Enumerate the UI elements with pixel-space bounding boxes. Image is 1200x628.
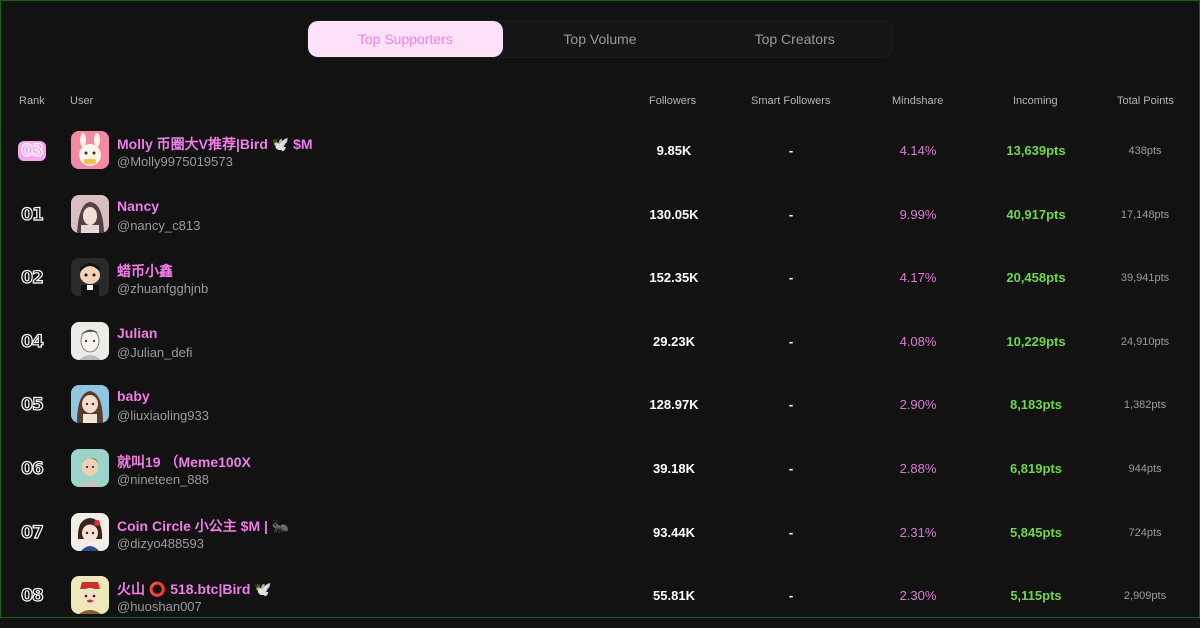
mindshare-value: 9.99%	[899, 206, 937, 222]
table-row[interactable]: 01 Nancy @nancy_c813 130.05K - 9.99% 40,…	[1, 183, 1200, 247]
smart-followers-count: -	[788, 333, 794, 349]
rank-badge: 04	[21, 331, 45, 352]
rank-badge: 08	[21, 586, 45, 607]
total-points: 724pts	[1128, 526, 1162, 539]
total-points: 17,148pts	[1120, 208, 1170, 221]
mindshare-value: 2.30%	[899, 588, 937, 604]
total-points: 2,909pts	[1123, 590, 1167, 603]
user-handle: @Molly9975019573	[117, 154, 233, 169]
user-handle: @Julian_defi	[117, 344, 193, 360]
table-row[interactable]: 08 火山 ⭕ 518.btc|Bird 🕊️ @huoshan007 55.8…	[1, 564, 1200, 628]
total-points: 39,941pts	[1120, 272, 1170, 285]
column-header-smart-followers[interactable]: Smart Followers	[751, 95, 830, 107]
user-handle: @huoshan007	[117, 599, 202, 615]
column-header-user: User	[70, 95, 94, 107]
rank-badge: 05	[21, 395, 45, 416]
incoming-points: 6,819pts	[1009, 460, 1063, 476]
rank-badge: 01	[21, 204, 45, 225]
smart-followers-count: -	[788, 206, 794, 222]
rank-badge: 07	[21, 522, 45, 543]
avatar[interactable]	[71, 512, 109, 551]
rank-badge: 03	[18, 140, 46, 162]
incoming-points: 20,458pts	[1006, 270, 1066, 286]
rank-badge: 02	[21, 268, 45, 289]
incoming-points: 13,639pts	[1006, 143, 1066, 158]
smart-followers-count: -	[788, 397, 794, 413]
followers-count: 55.81K	[653, 588, 695, 604]
tab-top-volume[interactable]: Top Volume	[503, 21, 698, 57]
total-points: 1,382pts	[1123, 399, 1167, 412]
column-header-followers[interactable]: Followers	[649, 95, 696, 107]
user-name[interactable]: 火山 ⭕ 518.btc|Bird 🕊️	[117, 579, 272, 599]
incoming-points: 8,183pts	[1009, 397, 1063, 413]
avatar[interactable]	[71, 321, 109, 360]
smart-followers-count: -	[788, 588, 794, 604]
total-points: 438pts	[1128, 145, 1162, 157]
leaderboard-table: 03 Molly 币圈大V推荐|Bird 🕊️ $M @Molly9975019…	[1, 119, 1200, 628]
mindshare-value: 2.88%	[899, 460, 937, 476]
user-handle: @nancy_c813	[117, 217, 201, 233]
column-header-mindshare[interactable]: Mindshare	[892, 95, 943, 107]
avatar[interactable]	[71, 448, 109, 487]
column-header-rank: Rank	[19, 95, 45, 107]
table-row[interactable]: 07 Coin Circle 小公主 $M | 🐜 @dizyo488593 9…	[1, 501, 1200, 565]
total-points: 24,910pts	[1120, 335, 1170, 348]
table-row[interactable]: 04 Julian @Julian_defi 29.23K - 4.08% 10…	[1, 310, 1200, 374]
smart-followers-count: -	[788, 460, 794, 476]
mindshare-value: 4.17%	[899, 270, 937, 286]
user-name[interactable]: 就叫19 （Meme100X	[117, 452, 251, 472]
user-handle: @dizyo488593	[117, 535, 204, 551]
user-name[interactable]: 蜡币小鑫	[117, 261, 173, 281]
leaderboard-panel: Top Supporters Top Volume Top Creators R…	[0, 0, 1200, 618]
rank-badge: 06	[21, 458, 45, 479]
avatar[interactable]	[71, 258, 109, 297]
tab-top-creators[interactable]: Top Creators	[697, 21, 892, 57]
incoming-points: 5,845pts	[1009, 524, 1063, 540]
smart-followers-count: -	[788, 524, 794, 540]
followers-count: 152.35K	[649, 270, 699, 286]
mindshare-value: 4.08%	[899, 333, 937, 349]
user-name[interactable]: Nancy	[117, 198, 159, 214]
user-handle: @nineteen_888	[117, 471, 209, 487]
avatar[interactable]	[71, 194, 109, 233]
column-header-incoming[interactable]: Incoming	[1013, 95, 1058, 107]
mindshare-value: 4.14%	[899, 143, 937, 158]
column-header-total-points[interactable]: Total Points	[1117, 95, 1174, 107]
incoming-points: 10,229pts	[1006, 333, 1066, 349]
mindshare-value: 2.90%	[899, 397, 937, 413]
incoming-points: 40,917pts	[1006, 206, 1066, 222]
followers-count: 29.23K	[653, 333, 695, 349]
tab-top-supporters[interactable]: Top Supporters	[308, 21, 503, 57]
user-name[interactable]: Coin Circle 小公主 $M | 🐜	[117, 516, 289, 536]
smart-followers-count: -	[788, 270, 794, 286]
user-name[interactable]: Julian	[117, 325, 157, 341]
user-handle: @zhuanfgghjnb	[117, 281, 209, 297]
user-handle: @liuxiaoling933	[117, 408, 209, 424]
avatar[interactable]	[71, 131, 109, 169]
mindshare-value: 2.31%	[899, 524, 937, 540]
incoming-points: 5,115pts	[1010, 588, 1062, 604]
table-row[interactable]: 05 baby @liuxiaoling933 128.97K - 2.90% …	[1, 373, 1200, 437]
followers-count: 93.44K	[653, 524, 695, 540]
avatar[interactable]	[71, 576, 109, 615]
table-row[interactable]: 02 蜡币小鑫 @zhuanfgghjnb 152.35K - 4.17% 20…	[1, 246, 1200, 310]
followers-count: 128.97K	[649, 397, 699, 413]
followers-count: 130.05K	[649, 206, 699, 222]
user-name[interactable]: Molly 币圈大V推荐|Bird 🕊️ $M	[117, 134, 313, 154]
table-row[interactable]: 03 Molly 币圈大V推荐|Bird 🕊️ $M @Molly9975019…	[1, 119, 1200, 183]
user-name[interactable]: baby	[117, 388, 150, 404]
followers-count: 9.85K	[656, 143, 692, 158]
table-row[interactable]: 06 就叫19 （Meme100X @nineteen_888 39.18K -…	[1, 437, 1200, 501]
avatar[interactable]	[71, 385, 109, 424]
followers-count: 39.18K	[653, 460, 695, 476]
tab-bar: Top Supporters Top Volume Top Creators	[307, 20, 893, 58]
smart-followers-count: -	[788, 143, 794, 158]
total-points: 944pts	[1128, 462, 1162, 475]
